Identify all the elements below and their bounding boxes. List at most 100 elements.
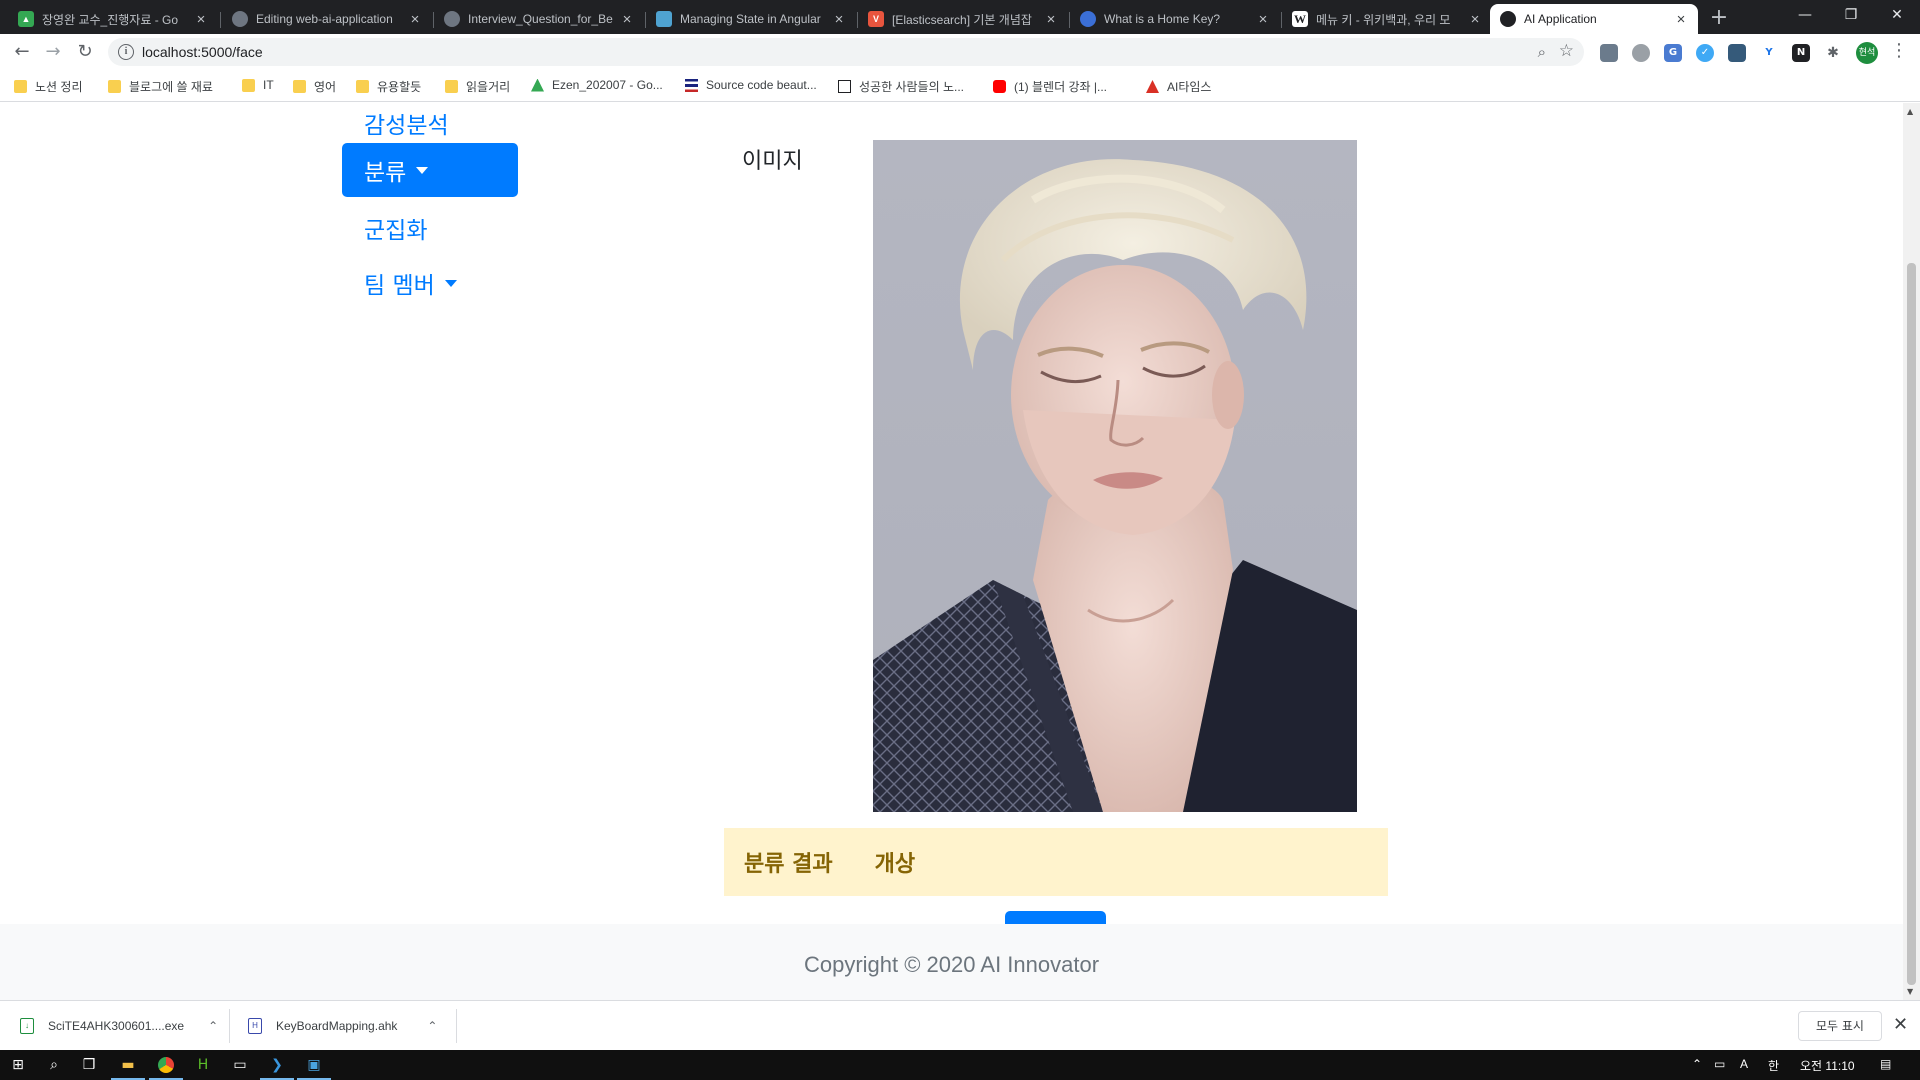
close-tab-icon[interactable]: × [620,11,634,28]
chevron-up-icon[interactable]: ⌃ [427,1019,437,1033]
vscode-icon[interactable]: ❯ [260,1054,294,1080]
tab-title: AI Application [1524,12,1597,26]
browser-tab[interactable]: Editing web-ai-application × [222,4,432,34]
folder-icon [356,80,369,93]
bookmark-folder[interactable]: IT [242,78,274,92]
youtube-icon [993,80,1006,93]
forward-button[interactable]: → [41,40,65,64]
google-drive-icon [531,78,544,92]
chrome-icon[interactable] [149,1054,183,1080]
autohotkey-icon[interactable]: H [192,1054,214,1076]
tray-chevron-up-icon[interactable]: ⌃ [1692,1057,1702,1071]
bookmark-folder[interactable]: 블로그에 쓸 재료 [108,78,213,95]
clock[interactable]: 오전 11:10 [1800,1057,1855,1074]
github-icon [444,11,460,27]
browser-tab[interactable]: What is a Home Key? × [1070,4,1280,34]
address-bar[interactable]: i localhost:5000/face ⌕ ☆ [108,38,1584,66]
browser-tab[interactable]: Managing State in Angular × [646,4,856,34]
bookmark-link[interactable]: 성공한 사람들의 노... [838,78,964,95]
bookmark-folder[interactable]: 읽을거리 [445,78,510,95]
windows-taskbar: ⊞ ⌕ ❒ ▬ H ▭ ❯ ▣ ⌃ ▭ A 한 오전 11:10 ▤ [0,1050,1920,1080]
browser-tab[interactable]: ▲ 장영완 교수_진행자료 - Go × [8,4,218,34]
network-icon[interactable]: ▭ [1714,1057,1725,1071]
show-all-downloads-button[interactable]: 모두 표시 [1798,1011,1882,1041]
image-label: 이미지 [742,149,803,174]
task-view-icon[interactable]: ❒ [78,1054,100,1076]
extension-check-icon[interactable]: ✓ [1696,44,1714,62]
bookmark-link[interactable]: Ezen_202007 - Go... [531,78,663,92]
list-icon [685,78,698,92]
close-window-button[interactable]: ✕ [1872,0,1920,30]
url-text[interactable]: localhost:5000/face [142,44,263,60]
bookmark-link[interactable]: Source code beaut... [685,78,817,92]
windows-start-icon[interactable]: ⊞ [7,1054,29,1076]
ime-indicator[interactable]: A [1740,1057,1748,1071]
bookmark-folder[interactable]: 영어 [293,78,336,95]
bookmark-label: IT [263,78,274,92]
site-info-icon[interactable]: i [118,44,134,60]
download-item[interactable]: H KeyBoardMapping.ahk ⌃ [248,1001,437,1051]
chevron-up-icon[interactable]: ⌃ [208,1019,218,1033]
search-icon[interactable]: ⌕ [43,1054,65,1076]
close-tab-icon[interactable]: × [1674,11,1688,28]
tab-title: Editing web-ai-application [256,12,393,26]
extension-shield-icon[interactable] [1600,44,1618,62]
nav-clustering[interactable]: 군집화 [342,201,518,255]
notion-icon[interactable]: N [1792,44,1810,62]
browser-tab[interactable]: Interview_Question_for_Be × [434,4,644,34]
browser-tab-active[interactable]: AI Application × [1490,4,1698,34]
close-tab-icon[interactable]: × [1256,11,1270,28]
minimize-button[interactable]: — [1780,0,1830,30]
bookmark-star-icon[interactable]: ☆ [1559,41,1574,61]
folder-icon [108,80,121,93]
back-button[interactable]: ← [10,40,34,64]
file-explorer-icon[interactable]: ▬ [111,1054,145,1080]
download-filename: SciTE4AHK300601....exe [48,1019,185,1033]
installer-icon: ↓ [20,1018,34,1034]
terminal-icon[interactable]: ▭ [229,1054,251,1076]
scroll-down-arrow-icon[interactable]: ▼ [1907,987,1913,996]
bookmark-link[interactable]: (1) 블렌더 강좌 |... [993,78,1107,95]
browser-toolbar: ← → ↻ i localhost:5000/face ⌕ ☆ G ✓ Y N … [0,34,1920,70]
new-tab-button[interactable]: + [1706,6,1732,32]
download-filename: KeyBoardMapping.ahk [276,1019,398,1033]
app-window-icon[interactable]: ▣ [297,1054,331,1080]
menu-icon[interactable]: ⋮ [1890,40,1908,61]
nav-team-members-dropdown[interactable]: 팀 멤버 [342,256,518,310]
extension-y-icon[interactable]: Y [1760,44,1778,62]
translate-icon[interactable]: G [1664,44,1682,62]
close-tab-icon[interactable]: × [194,11,208,28]
bookmark-label: AI타임스 [1167,80,1212,94]
reload-button[interactable]: ↻ [73,40,97,64]
tab-title: 장영완 교수_진행자료 - Go [42,12,179,27]
extension-circle-icon[interactable] [1632,44,1650,62]
puzzle-icon[interactable]: ✱ [1824,44,1842,62]
github-icon [232,11,248,27]
bookmark-folder[interactable]: 유용할듯 [356,78,421,95]
folder-icon [293,80,306,93]
tab-title: [Elasticsearch] 기본 개념잡 [892,12,1032,27]
notifications-icon[interactable]: ▤ [1880,1057,1891,1071]
page-scrollbar[interactable]: ▲ ▼ [1903,103,1920,1000]
uploaded-face-photo [873,140,1357,812]
result-value: 개상 [874,852,916,877]
close-tab-icon[interactable]: × [1044,11,1058,28]
restore-button[interactable]: ❐ [1826,0,1876,30]
browser-tab[interactable]: W 메뉴 키 - 위키백과, 우리 모 × [1282,4,1492,34]
browser-tab[interactable]: V [Elasticsearch] 기본 개념잡 × [858,4,1068,34]
extension-screen-icon[interactable] [1728,44,1746,62]
close-tab-icon[interactable]: × [832,11,846,28]
close-shelf-icon[interactable]: ✕ [1893,1014,1908,1035]
close-tab-icon[interactable]: × [1468,11,1482,28]
nav-classification-dropdown[interactable]: 분류 [342,143,518,197]
bookmark-folder[interactable]: 노션 정리 [14,78,83,95]
bookmark-label: 읽을거리 [466,80,511,94]
ime-mode-indicator[interactable]: 한 [1768,1057,1779,1074]
zoom-icon[interactable]: ⌕ [1538,43,1546,61]
profile-avatar[interactable]: 현석 [1856,42,1878,64]
scrollbar-thumb[interactable] [1907,263,1916,985]
download-item[interactable]: ↓ SciTE4AHK300601....exe ⌃ [20,1001,218,1051]
bookmark-link[interactable]: AI타임스 [1146,78,1211,95]
scroll-up-arrow-icon[interactable]: ▲ [1907,107,1913,116]
close-tab-icon[interactable]: × [408,11,422,28]
